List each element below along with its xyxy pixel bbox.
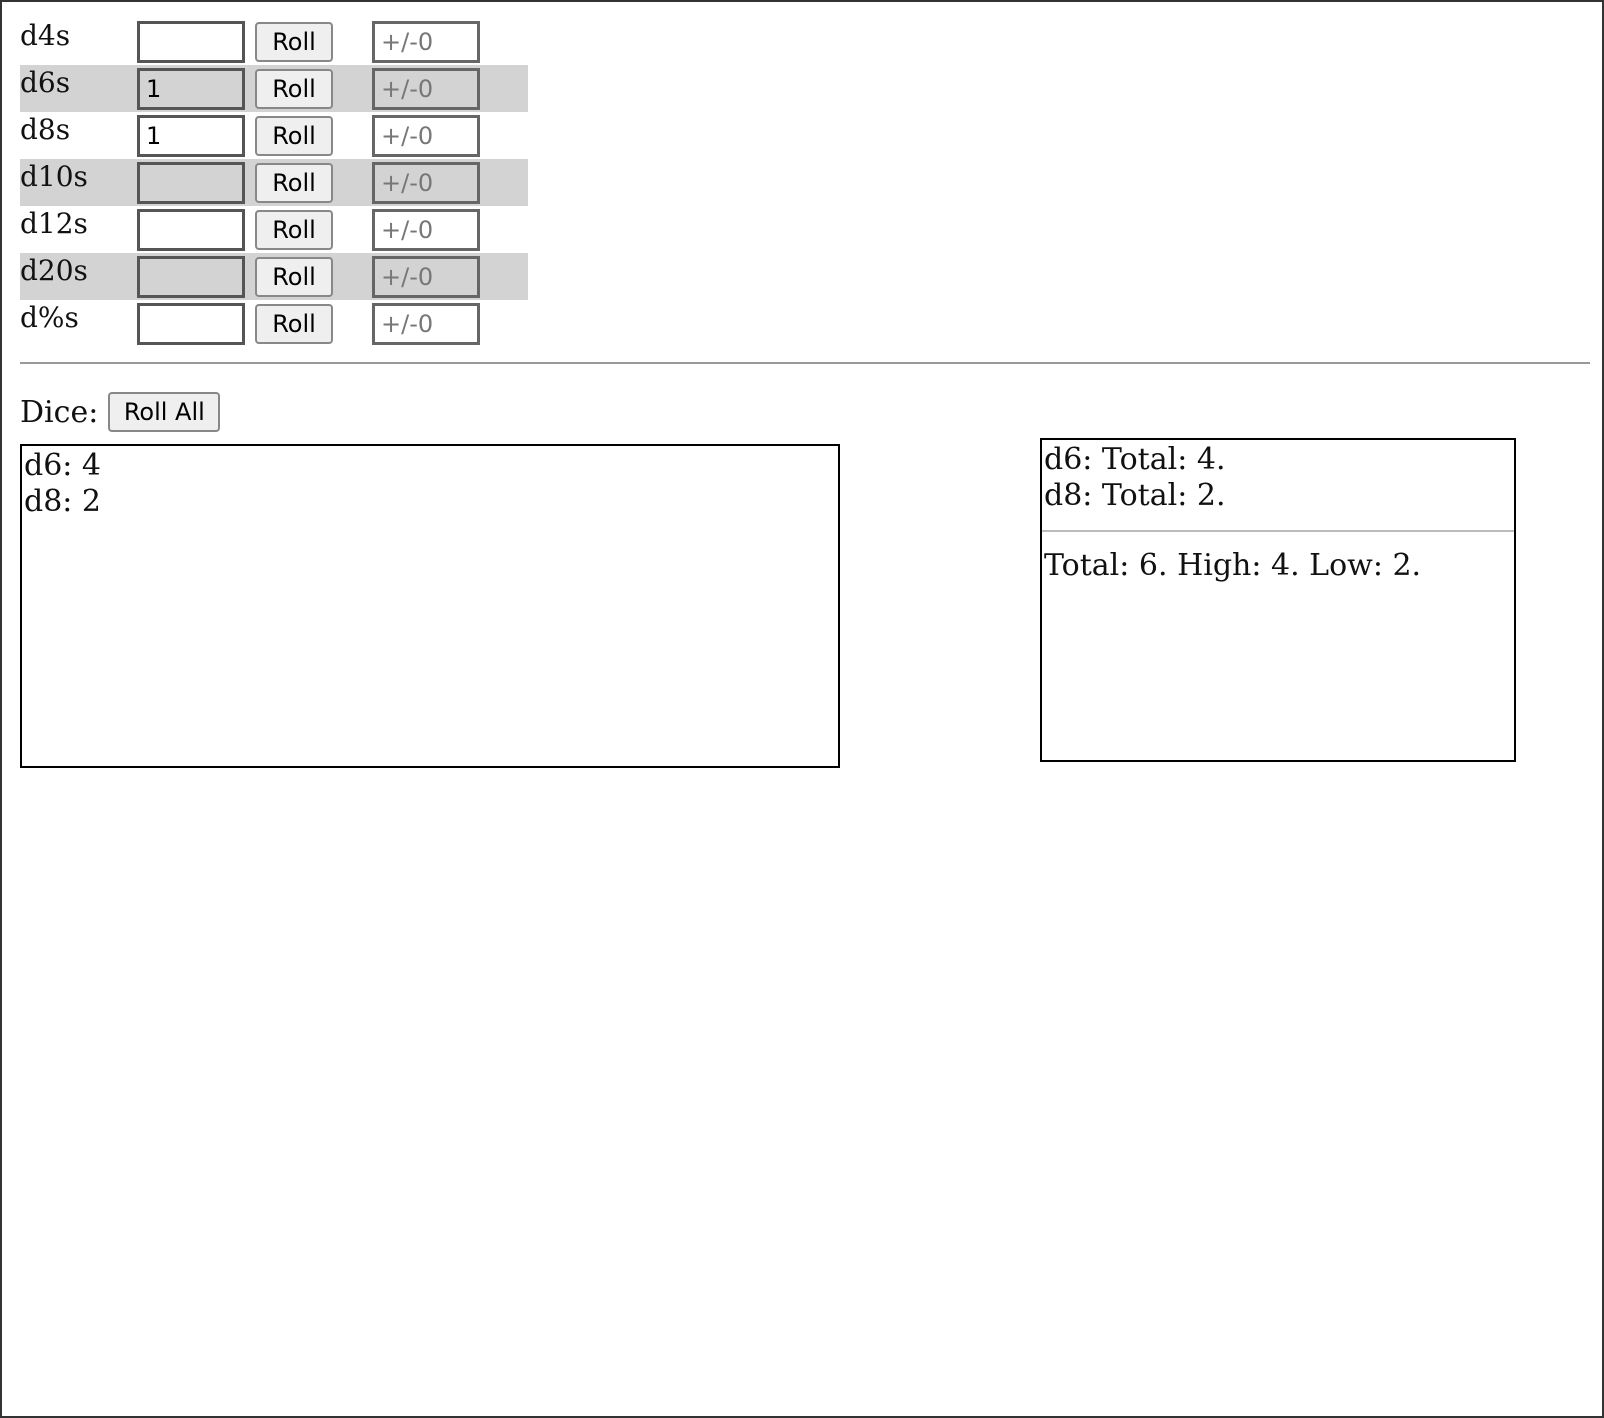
d12-roll-button[interactable]: Roll: [255, 209, 333, 250]
d20-modifier-input[interactable]: [372, 255, 480, 298]
dice-bar: Dice: Roll All: [20, 392, 221, 432]
dice-label: d12s: [20, 206, 88, 240]
dice-row-d100: d%s Roll: [20, 300, 528, 347]
d10-modifier-input[interactable]: [372, 161, 480, 204]
divider: [20, 362, 1590, 364]
dice-row-d8: d8s Roll: [20, 112, 528, 159]
d100-modifier-input[interactable]: [372, 302, 480, 345]
d20-roll-button[interactable]: Roll: [255, 256, 333, 297]
d4-modifier-input[interactable]: [372, 20, 480, 63]
d100-roll-button[interactable]: Roll: [255, 303, 333, 344]
d10-roll-button[interactable]: Roll: [255, 162, 333, 203]
dice-label-heading: Dice:: [20, 394, 99, 430]
dice-label: d8s: [20, 112, 71, 146]
dice-row-d10: d10s Roll: [20, 159, 528, 206]
d6-roll-button[interactable]: Roll: [255, 68, 333, 109]
d8-modifier-input[interactable]: [372, 114, 480, 157]
summary-divider: [1042, 530, 1514, 532]
dice-label: d10s: [20, 159, 88, 193]
summary-line: d8: Total: 2.: [1044, 478, 1226, 513]
d4-count-input[interactable]: [137, 20, 245, 63]
summary-overall: Total: 6. High: 4. Low: 2.: [1044, 548, 1422, 583]
dice-table: d4s Roll d6s Roll d8s Roll d10s Roll d12…: [20, 18, 528, 347]
results-box: d6: 4 d8: 2: [20, 444, 840, 768]
d8-count-input[interactable]: [137, 114, 245, 157]
d100-count-input[interactable]: [137, 302, 245, 345]
d8-roll-button[interactable]: Roll: [255, 115, 333, 156]
d12-modifier-input[interactable]: [372, 208, 480, 251]
summary-line: d6: Total: 4.: [1044, 442, 1226, 477]
d20-count-input[interactable]: [137, 255, 245, 298]
d6-modifier-input[interactable]: [372, 67, 480, 110]
d10-count-input[interactable]: [137, 161, 245, 204]
dice-row-d6: d6s Roll: [20, 65, 528, 112]
result-line: d8: 2: [24, 484, 102, 519]
dice-label: d20s: [20, 253, 88, 287]
roll-all-button[interactable]: Roll All: [108, 392, 221, 432]
d4-roll-button[interactable]: Roll: [255, 21, 333, 62]
d12-count-input[interactable]: [137, 208, 245, 251]
d6-count-input[interactable]: [137, 67, 245, 110]
dice-row-d20: d20s Roll: [20, 253, 528, 300]
dice-label: d%s: [20, 300, 79, 334]
dice-label: d6s: [20, 65, 71, 99]
dice-row-d12: d12s Roll: [20, 206, 528, 253]
summary-box: d6: Total: 4. d8: Total: 2. Total: 6. Hi…: [1040, 438, 1516, 762]
dice-row-d4: d4s Roll: [20, 18, 528, 65]
result-line: d6: 4: [24, 448, 102, 483]
dice-label: d4s: [20, 18, 71, 52]
